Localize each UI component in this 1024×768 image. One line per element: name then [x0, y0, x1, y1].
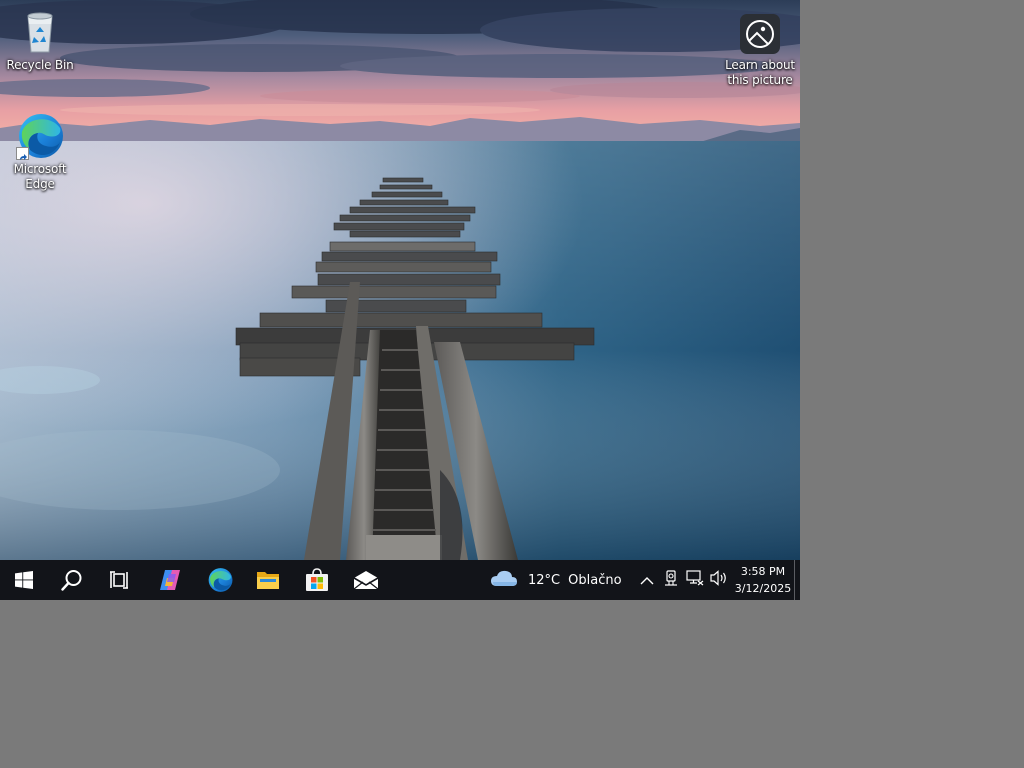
taskbar: 12°C Oblačno 3:58 PM 3/12/2025: [0, 560, 800, 600]
tray-network-button[interactable]: [683, 560, 707, 600]
copilot-icon: [158, 568, 182, 592]
show-desktop-button[interactable]: [794, 560, 800, 600]
search-button[interactable]: [48, 560, 96, 600]
desktop-icon-label: Microsoft Edge: [13, 162, 67, 191]
chevron-up-icon: [640, 571, 654, 590]
search-icon: [61, 569, 83, 591]
clock-time: 3:58 PM: [740, 565, 786, 578]
desktop-icon-label: Recycle Bin: [6, 58, 74, 72]
task-view-icon: [110, 571, 130, 589]
mail-icon: [353, 570, 379, 590]
desktop-wallpaper: [0, 0, 800, 560]
store-icon: [305, 568, 329, 592]
shortcut-arrow-icon: [16, 147, 29, 160]
taskbar-app-file-explorer[interactable]: [244, 560, 292, 600]
location-icon: [664, 570, 678, 590]
tray-location-button[interactable]: [659, 560, 683, 600]
learn-picture-icon: [736, 10, 784, 58]
desktop-icon-microsoft-edge[interactable]: Microsoft Edge: [2, 112, 78, 192]
taskbar-app-edge[interactable]: [196, 560, 244, 600]
cloud-icon: [490, 569, 518, 591]
desktop-icon-learn-about-this-picture[interactable]: Learn about this picture: [722, 10, 798, 88]
weather-widget[interactable]: 12°C Oblačno: [490, 560, 622, 600]
taskbar-app-microsoft-store[interactable]: [293, 560, 341, 600]
recycle-bin-icon: [16, 8, 64, 56]
edge-icon: [207, 567, 233, 593]
weather-temperature: 12°C: [528, 572, 561, 588]
task-view-button[interactable]: [96, 560, 144, 600]
start-button[interactable]: [0, 560, 48, 600]
taskbar-app-mail[interactable]: [342, 560, 390, 600]
taskbar-app-copilot[interactable]: [146, 560, 194, 600]
taskbar-clock[interactable]: 3:58 PM 3/12/2025: [732, 562, 794, 598]
show-hidden-icons-button[interactable]: [635, 560, 659, 600]
weather-condition: Oblačno: [568, 572, 622, 588]
edge-icon: [16, 112, 64, 160]
clock-date: 3/12/2025: [734, 582, 792, 595]
tray-volume-button[interactable]: [707, 560, 731, 600]
windows-logo-icon: [15, 571, 33, 589]
volume-icon: [710, 570, 728, 590]
desktop-screen: Recycle Bin Microsoft Edge Learn about t…: [0, 0, 800, 600]
desktop-icon-recycle-bin[interactable]: Recycle Bin: [2, 8, 78, 73]
network-icon: [686, 570, 704, 590]
folder-icon: [256, 569, 280, 591]
desktop-icon-label: Learn about this picture: [725, 58, 795, 87]
